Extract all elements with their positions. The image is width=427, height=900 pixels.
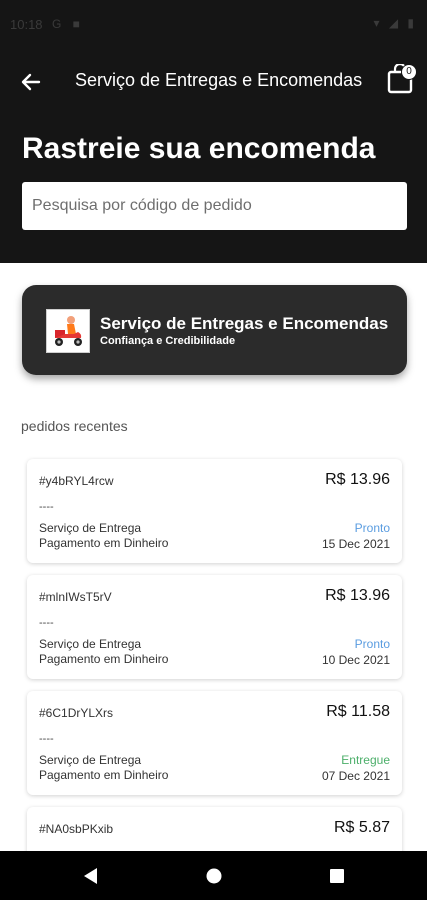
order-note: ----: [39, 733, 54, 745]
order-code: #6C1DrYLXrs: [39, 706, 114, 720]
cart-count-badge: 0: [401, 64, 417, 80]
nav-recents-button[interactable]: [322, 861, 352, 891]
store-tagline: Confiança e Credibilidade: [100, 335, 236, 347]
order-code: #NA0sbPKxib: [39, 822, 114, 836]
page-title: Rastreie sua encomenda: [22, 132, 376, 165]
order-status: Pronto: [354, 637, 390, 651]
order-price: R$ 11.58: [326, 703, 390, 720]
square-recents-icon: [330, 869, 344, 883]
order-date: 10 Dec 2021: [321, 653, 390, 667]
store-card[interactable]: Serviço de Entregas e Encomendas Confian…: [22, 285, 407, 375]
order-price: R$ 13.96: [325, 587, 390, 604]
order-service: Serviço de Entrega: [39, 521, 142, 535]
order-search-input[interactable]: [22, 182, 407, 230]
order-note: ----: [39, 501, 54, 513]
order-card[interactable]: #6C1DrYLXrs R$ 11.58 ---- Serviço de Ent…: [27, 691, 402, 795]
order-price: R$ 5.87: [333, 819, 390, 836]
order-payment-method: Pagamento em Dinheiro: [39, 768, 169, 782]
system-status-icons: ▾ ◢ ▮: [373, 16, 417, 30]
app-bar: Serviço de Entregas e Encomendas 0: [0, 50, 427, 114]
cart-button[interactable]: 0: [387, 64, 417, 96]
nav-home-button[interactable]: [199, 861, 229, 891]
circle-home-icon: [206, 868, 222, 884]
back-button[interactable]: [14, 62, 48, 102]
order-card[interactable]: #mlnIWsT5rV R$ 13.96 ---- Serviço de Ent…: [27, 575, 402, 679]
delivery-scooter-icon: [46, 309, 90, 353]
tracking-header: Rastreie sua encomenda: [0, 114, 427, 263]
order-payment-method: Pagamento em Dinheiro: [39, 652, 169, 666]
status-time: 10:18: [10, 17, 43, 32]
triangle-back-icon: [84, 868, 97, 884]
order-note: ----: [39, 617, 54, 629]
nav-back-button[interactable]: [76, 861, 106, 891]
order-price: R$ 13.96: [325, 471, 390, 488]
order-date: 07 Dec 2021: [321, 769, 390, 783]
system-nav-bar: [0, 851, 427, 900]
store-name: Serviço de Entregas e Encomendas: [100, 314, 389, 333]
recent-orders-label: pedidos recentes: [21, 418, 128, 434]
order-service: Serviço de Entrega: [39, 753, 142, 767]
order-date: 15 Dec 2021: [321, 537, 390, 551]
order-code: #mlnIWsT5rV: [39, 590, 112, 604]
order-status: Entregue: [341, 753, 390, 767]
arrow-left-icon: [21, 73, 41, 91]
order-service: Serviço de Entrega: [39, 637, 142, 651]
notification-icons: G ■: [52, 17, 84, 31]
status-bar: 10:18 G ■ ▾ ◢ ▮: [0, 0, 427, 50]
app-title: Serviço de Entregas e Encomendas: [75, 70, 363, 90]
order-card[interactable]: #y4bRYL4rcw R$ 13.96 ---- Serviço de Ent…: [27, 459, 402, 563]
order-payment-method: Pagamento em Dinheiro: [39, 536, 169, 550]
order-code: #y4bRYL4rcw: [39, 474, 114, 488]
order-status: Pronto: [354, 521, 390, 535]
